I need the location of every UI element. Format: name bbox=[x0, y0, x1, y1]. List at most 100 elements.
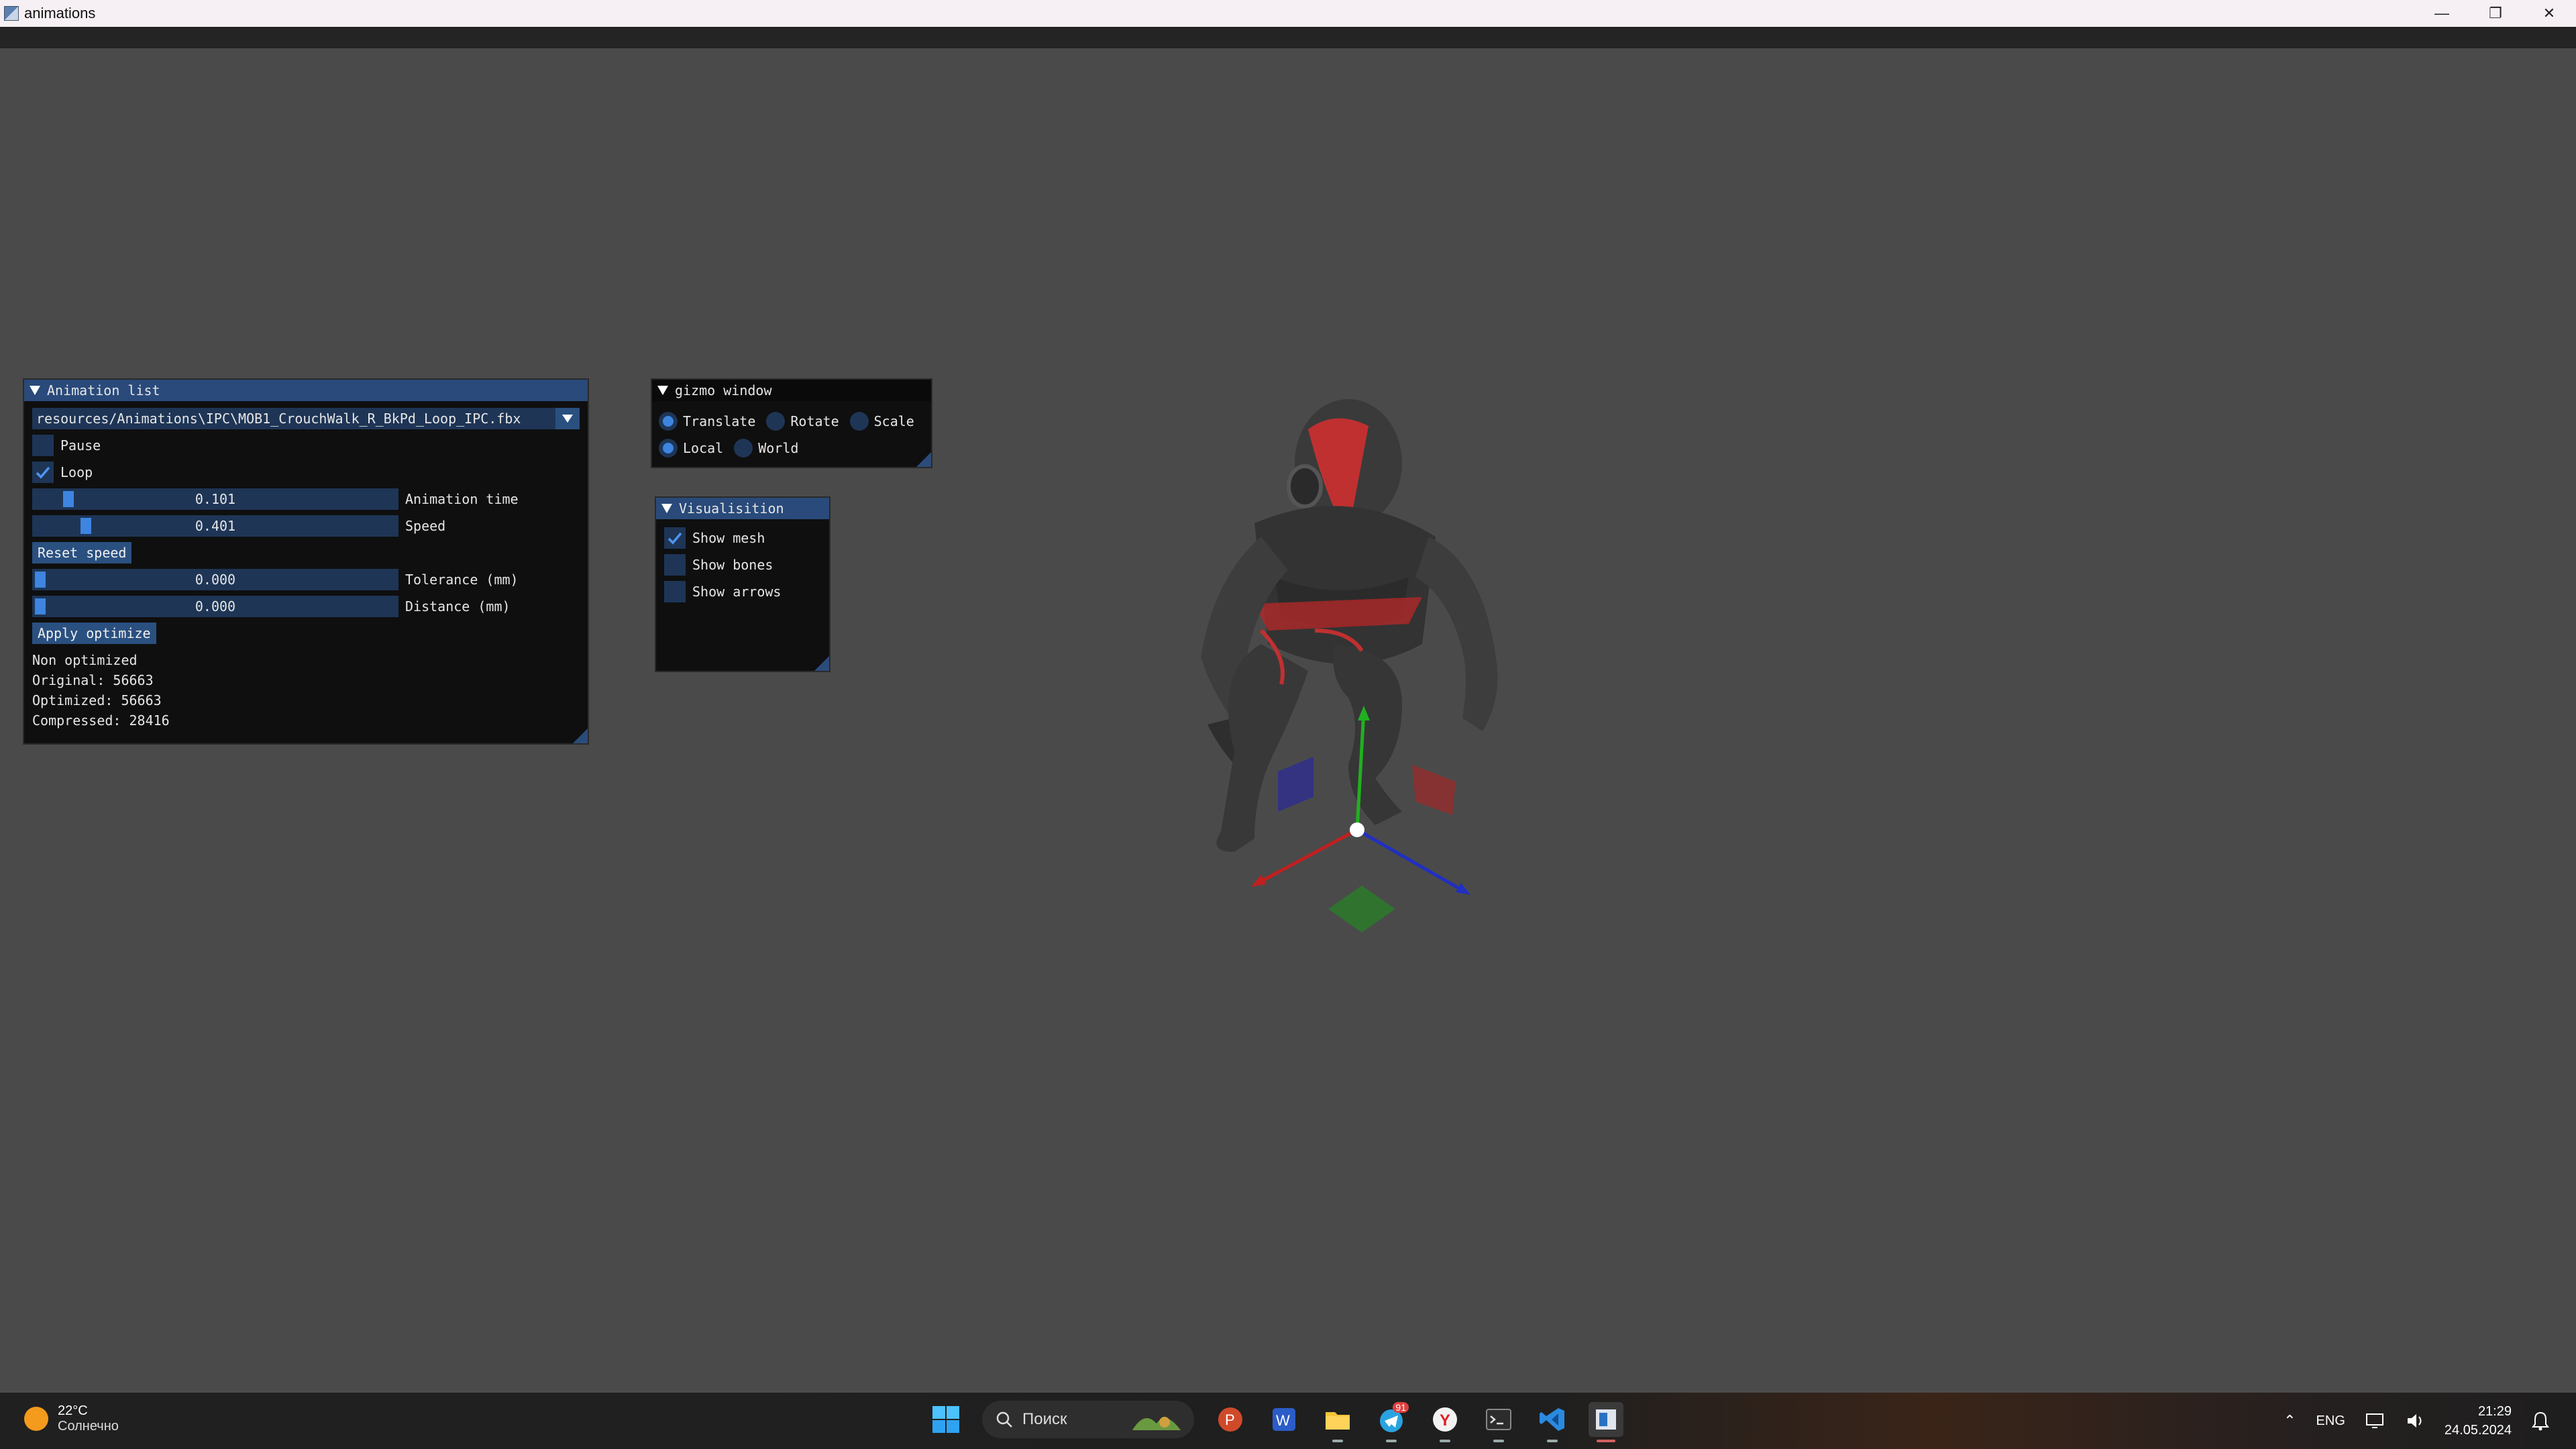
show-arrows-checkbox[interactable] bbox=[664, 581, 686, 602]
show-bones-checkbox[interactable] bbox=[664, 554, 686, 576]
resize-grip[interactable] bbox=[814, 656, 829, 671]
pause-label: Pause bbox=[60, 437, 101, 453]
chevron-down-icon[interactable] bbox=[555, 408, 580, 429]
slider-grab[interactable] bbox=[63, 491, 74, 507]
telegram-icon[interactable]: 91 bbox=[1374, 1402, 1409, 1442]
slider-grab[interactable] bbox=[35, 572, 46, 588]
slider-grab[interactable] bbox=[80, 518, 91, 534]
weather-condition: Солнечно bbox=[58, 1419, 119, 1434]
local-radio[interactable] bbox=[659, 439, 678, 458]
restore-button[interactable]: ❐ bbox=[2469, 0, 2522, 27]
terminal-icon[interactable] bbox=[1481, 1402, 1516, 1442]
search-highlight-icon bbox=[1132, 1417, 1181, 1430]
animation-file-combo[interactable]: resources/Animations\IPC\MOB1_CrouchWalk… bbox=[32, 408, 580, 429]
title-bar: animations — ❐ ✕ bbox=[0, 0, 2576, 27]
animation-list-window: Animation list resources/Animations\IPC\… bbox=[23, 378, 589, 745]
compressed-size: Compressed: 28416 bbox=[32, 712, 170, 729]
pause-checkbox[interactable] bbox=[32, 435, 54, 456]
gizmo-window: gizmo window Translate Rotate Scale Loca… bbox=[651, 378, 932, 468]
clock-date: 24.05.2024 bbox=[2444, 1423, 2512, 1438]
distance-value: 0.000 bbox=[195, 598, 236, 614]
scale-label: Scale bbox=[873, 413, 914, 429]
network-icon[interactable] bbox=[2365, 1411, 2385, 1430]
distance-slider[interactable]: 0.000 bbox=[32, 596, 398, 617]
chevron-up-icon[interactable]: ⌃ bbox=[2284, 1412, 2296, 1430]
speed-slider[interactable]: 0.401 bbox=[32, 515, 398, 537]
collapse-icon[interactable] bbox=[30, 386, 40, 395]
show-bones-label: Show bones bbox=[692, 557, 773, 573]
rotate-label: Rotate bbox=[790, 413, 839, 429]
loop-checkbox[interactable] bbox=[32, 462, 54, 483]
animation-time-slider[interactable]: 0.101 bbox=[32, 488, 398, 510]
yandex-browser-icon[interactable]: Y bbox=[1428, 1402, 1462, 1442]
loop-label: Loop bbox=[60, 464, 93, 480]
rotate-radio[interactable] bbox=[766, 412, 786, 431]
collapse-icon[interactable] bbox=[661, 504, 672, 513]
close-button[interactable]: ✕ bbox=[2522, 0, 2576, 27]
clock-time: 21:29 bbox=[2477, 1404, 2512, 1419]
show-arrows-row[interactable]: Show arrows bbox=[664, 581, 781, 602]
running-indicator bbox=[1597, 1440, 1615, 1442]
show-mesh-row[interactable]: Show mesh bbox=[664, 527, 765, 549]
running-indicator bbox=[1332, 1440, 1343, 1442]
distance-label: Distance (mm) bbox=[405, 598, 511, 614]
visualisation-header[interactable]: Visualisition bbox=[656, 498, 829, 519]
reset-speed-button[interactable]: Reset speed bbox=[32, 542, 132, 564]
file-explorer-icon[interactable] bbox=[1320, 1402, 1355, 1442]
taskbar: 22°C Солнечно Поиск P W 91 Y ⌃ ENG 21:29… bbox=[0, 1393, 2576, 1449]
apply-optimize-button[interactable]: Apply optimize bbox=[32, 623, 156, 644]
taskbar-search[interactable]: Поиск bbox=[982, 1401, 1194, 1438]
translate-gizmo bbox=[1251, 706, 1470, 932]
resize-grip[interactable] bbox=[573, 729, 588, 743]
speed-label: Speed bbox=[405, 518, 446, 534]
svg-text:P: P bbox=[1225, 1411, 1235, 1428]
show-bones-row[interactable]: Show bones bbox=[664, 554, 773, 576]
translate-radio[interactable] bbox=[659, 412, 678, 431]
world-label: World bbox=[758, 440, 799, 456]
loop-row[interactable]: Loop bbox=[32, 462, 93, 483]
show-mesh-label: Show mesh bbox=[692, 530, 765, 546]
animation-time-label: Animation time bbox=[405, 491, 519, 507]
local-label: Local bbox=[683, 440, 724, 456]
scale-radio[interactable] bbox=[849, 412, 869, 431]
translate-label: Translate bbox=[683, 413, 756, 429]
svg-text:W: W bbox=[1276, 1412, 1290, 1429]
running-indicator bbox=[1440, 1440, 1450, 1442]
original-size: Original: 56663 bbox=[32, 672, 154, 688]
checkmark-icon bbox=[36, 466, 50, 479]
notification-bell-icon[interactable] bbox=[2532, 1411, 2549, 1431]
world-radio[interactable] bbox=[734, 439, 753, 458]
slider-grab[interactable] bbox=[35, 598, 46, 614]
animation-list-header[interactable]: Animation list bbox=[24, 380, 588, 401]
search-placeholder: Поиск bbox=[1022, 1410, 1067, 1428]
volume-icon[interactable] bbox=[2406, 1411, 2424, 1430]
weather-widget[interactable]: 22°C Солнечно bbox=[24, 1403, 119, 1434]
animation-time-value: 0.101 bbox=[195, 491, 236, 507]
animations-app-icon[interactable] bbox=[1589, 1402, 1623, 1442]
running-indicator bbox=[1547, 1440, 1558, 1442]
pause-row[interactable]: Pause bbox=[32, 435, 101, 456]
clock[interactable]: 21:29 24.05.2024 bbox=[2445, 1402, 2512, 1440]
taskbar-apps: Поиск P W 91 Y bbox=[928, 1401, 1623, 1442]
show-mesh-checkbox[interactable] bbox=[664, 527, 686, 549]
gizmo-window-header[interactable]: gizmo window bbox=[652, 380, 931, 401]
word-icon[interactable]: W bbox=[1267, 1402, 1301, 1437]
resize-grip[interactable] bbox=[916, 452, 931, 467]
sun-icon bbox=[24, 1407, 48, 1431]
speed-value: 0.401 bbox=[195, 518, 236, 534]
search-icon bbox=[996, 1411, 1012, 1428]
tolerance-slider[interactable]: 0.000 bbox=[32, 569, 398, 590]
collapse-icon[interactable] bbox=[657, 386, 668, 395]
tolerance-label: Tolerance (mm) bbox=[405, 572, 519, 588]
minimize-button[interactable]: — bbox=[2415, 0, 2469, 27]
svg-text:Y: Y bbox=[1440, 1411, 1450, 1430]
language-indicator[interactable]: ENG bbox=[2316, 1413, 2345, 1429]
visualisation-title: Visualisition bbox=[679, 500, 784, 517]
optimized-size: Optimized: 56663 bbox=[32, 692, 162, 708]
vscode-icon[interactable] bbox=[1535, 1402, 1570, 1442]
menu-bar bbox=[0, 27, 2576, 48]
temperature: 22°C bbox=[58, 1403, 88, 1418]
start-icon[interactable] bbox=[928, 1402, 963, 1437]
optimize-status: Non optimized bbox=[32, 652, 138, 668]
powerpoint-icon[interactable]: P bbox=[1213, 1402, 1248, 1437]
